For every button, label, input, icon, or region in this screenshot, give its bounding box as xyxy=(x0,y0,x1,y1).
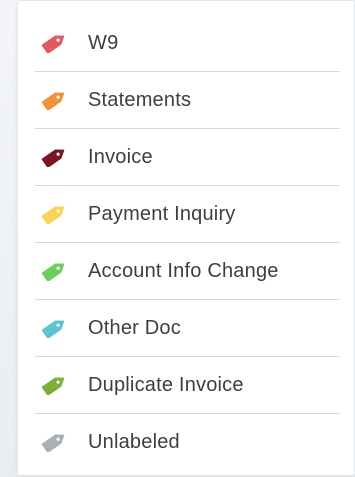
tag-icon xyxy=(40,204,68,224)
labels-dropdown-menu: W9 Statements Invoice Payment Inquiry Ac… xyxy=(17,0,355,476)
label-text: W9 xyxy=(88,31,119,54)
label-text: Unlabeled xyxy=(88,430,180,453)
label-text: Invoice xyxy=(88,145,153,168)
tag-icon xyxy=(40,33,68,53)
label-text: Statements xyxy=(88,88,192,111)
label-text: Other Doc xyxy=(88,316,181,339)
labels-list: W9 Statements Invoice Payment Inquiry Ac… xyxy=(18,1,354,470)
label-menu-item-other-doc[interactable]: Other Doc xyxy=(18,300,354,357)
tag-icon xyxy=(40,375,68,395)
label-menu-item-account-info-change[interactable]: Account Info Change xyxy=(18,243,354,300)
label-menu-item-unlabeled[interactable]: Unlabeled xyxy=(18,414,354,470)
label-menu-item-duplicate-invoice[interactable]: Duplicate Invoice xyxy=(18,357,354,414)
label-menu-item-w9[interactable]: W9 xyxy=(18,15,354,72)
tag-icon xyxy=(40,147,68,167)
label-menu-item-statements[interactable]: Statements xyxy=(18,72,354,129)
tag-icon xyxy=(40,90,68,110)
label-text: Duplicate Invoice xyxy=(88,373,244,396)
tag-icon xyxy=(40,318,68,338)
label-text: Payment Inquiry xyxy=(88,202,236,225)
label-menu-item-payment-inquiry[interactable]: Payment Inquiry xyxy=(18,186,354,243)
label-menu-item-invoice[interactable]: Invoice xyxy=(18,129,354,186)
label-text: Account Info Change xyxy=(88,259,279,282)
tag-icon xyxy=(40,432,68,452)
tag-icon xyxy=(40,261,68,281)
